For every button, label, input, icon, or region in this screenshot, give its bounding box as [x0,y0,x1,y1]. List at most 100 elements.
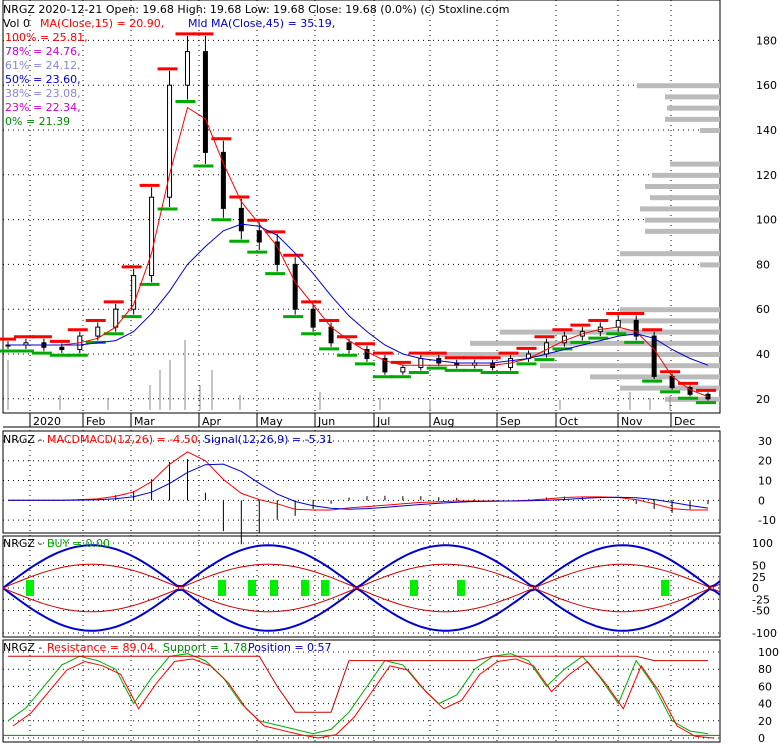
profile-bar [665,116,720,122]
month-label: Apr [202,415,222,428]
month-label: Feb [86,415,105,428]
profile-bar [667,105,720,111]
candle-body [238,207,244,232]
profile-bar [540,363,720,369]
macd-tick: -10 [758,514,776,527]
fib-label: 50% = 23.60, [5,73,81,86]
candle-body [346,342,352,351]
price-tick: 60 [756,303,770,316]
position-label: Position = 0.57 [248,641,332,654]
candle-body [418,357,424,368]
buy-label: BUY = 0.00 [47,537,110,550]
month-label: 2020 [33,415,61,428]
macd-name: NRGZ - [3,433,42,446]
header-line: NRGZ 2020-12-21 Open: 19.68 High: 19.68 … [3,3,510,16]
buy-signal-marker [457,580,465,596]
candle-body [651,335,657,377]
buy-tick: -50 [752,605,770,618]
macd-tick: 20 [758,455,772,468]
candle-body [149,196,155,277]
fib-label: 38% = 23.08, [5,87,81,100]
stoch-tick: 40 [758,698,772,711]
profile-bar [700,262,720,268]
profile-bar [670,161,720,167]
stock-chart: 2020 Feb Mar Apr May Jun Jul Aug Sep Oct Nov Dec180… [0,0,779,745]
candle-body [202,51,208,153]
month-label: Sep [500,415,521,428]
vol-label: Vol 0 [3,17,30,30]
stoch-tick: 20 [758,715,772,728]
month-label: Jun [317,415,335,428]
buy-tick: -100 [752,627,777,640]
month-label: Oct [559,415,579,428]
ma-label: MA(Close,15) = 20.90, [40,17,164,30]
buy-signal-marker [321,580,329,596]
midma-label: Mid MA(Close,45) = 35.19, [188,17,335,30]
profile-bar [652,172,720,178]
price-tick: 40 [756,348,770,361]
fib-label: 78% = 24.76, [5,45,81,58]
month-label: Mar [134,415,155,428]
profile-bar [620,251,720,257]
buy-signal-marker [218,580,226,596]
profile-bar [700,128,720,133]
candle-body [184,51,190,86]
price-tick: 20 [756,393,770,406]
month-label: Jul [376,415,390,428]
profile-bar [665,94,720,100]
candle-body [328,326,334,344]
price-tick: 160 [756,79,777,92]
stoch-tick: 100 [758,646,779,659]
fib-label: 23% = 22.34, [5,101,81,114]
candle-body [669,375,675,389]
buy-signal-marker [26,580,34,596]
month-label: May [260,415,283,428]
stoch-tick: 60 [758,680,772,693]
stoch-tick: 80 [758,663,772,676]
profile-bar [620,307,720,313]
fib-label: 61% = 24.12, [5,59,81,72]
panel-frame [2,430,721,534]
buy-signal-marker [248,580,256,596]
candle-body [113,308,119,328]
price-tick: 140 [756,124,777,137]
candle-body [310,308,316,328]
price-tick: 120 [756,169,777,182]
month-label: Aug [433,415,454,428]
buy-signal-marker [410,580,418,596]
stoch-tick: 0 [758,732,765,745]
profile-bar [645,228,720,234]
month-label: Nov [621,415,643,428]
candle-body [615,319,621,328]
panel-frame [2,639,721,743]
fib-label: 100% = 25.81, [5,31,88,44]
support-label: Support = 1.78, [163,641,251,654]
candle-body [400,366,406,373]
buy-tick: 100 [752,537,773,550]
resistance-label: Resistance = 89.04, [47,641,157,654]
macd-tick: 10 [758,475,772,488]
macd-tick: 30 [758,435,772,448]
profile-bar [640,206,720,212]
candle-body [59,346,65,351]
buy-signal-marker [301,580,309,596]
buy-name: NRGZ - [3,537,42,550]
signal-label: Signal(12,26,9) = -5.31 [204,433,333,446]
price-tick: 100 [756,214,777,227]
buy-signal-marker [661,580,669,596]
profile-bar [645,217,720,223]
price-tick: 80 [756,258,770,271]
panel-frame [2,0,721,414]
profile-bar [645,184,720,189]
month-label: Dec [674,415,695,428]
macd-label: MACDMACD(12,26) = -4.50, [47,433,201,446]
price-tick: 180 [756,34,777,47]
stoch-name: NRGZ - [3,641,42,654]
profile-bar [650,195,720,201]
fib-label: 0% = 21.39 [5,115,70,128]
profile-bar [637,83,720,89]
candle-body [292,263,298,310]
candle-body [95,326,101,337]
buy-signal-marker [270,580,278,596]
candle-body [256,230,262,243]
